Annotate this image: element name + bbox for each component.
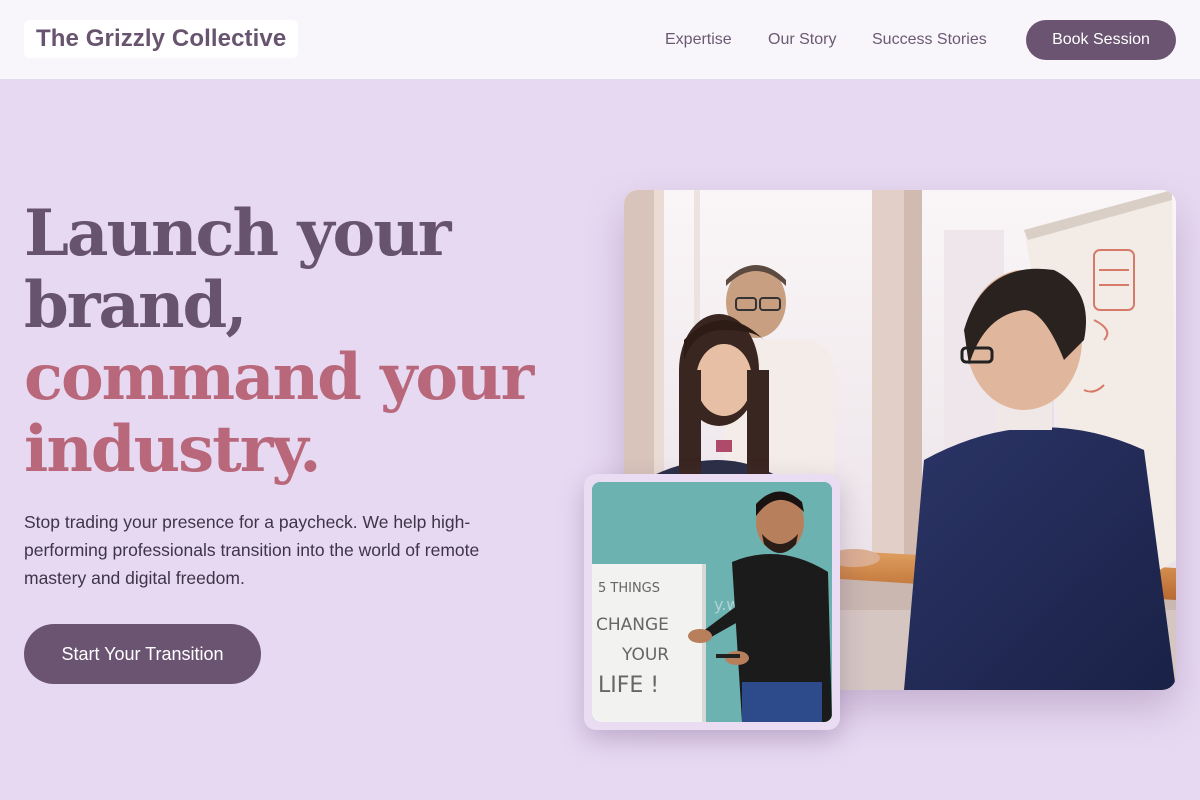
hero-headline: Launch your brand, command your industry… [24,198,584,486]
start-transition-button[interactable]: Start Your Transition [24,624,261,684]
headline-line-2: brand, [24,268,248,343]
board-text-line-2: CHANGE [596,615,669,635]
inset-photo-card: 5 THINGS CHANGE YOUR LIFE ! y.work [584,474,840,730]
brand-logo[interactable]: The Grizzly Collective [24,20,299,58]
headline-line-3: command your [24,340,534,415]
site-header: The Grizzly Collective Expertise Our Sto… [0,0,1200,80]
board-text-line-3: YOUR [621,645,669,665]
hero-subtext: Stop trading your presence for a paychec… [24,512,480,588]
nav-link-success-stories[interactable]: Success Stories [872,30,987,50]
nav-link-our-story[interactable]: Our Story [768,30,836,50]
book-session-button[interactable]: Book Session [1026,20,1176,60]
nav-link-expertise[interactable]: Expertise [665,30,732,50]
board-text-line-4: LIFE ! [598,673,659,698]
headline-line-4: industry. [24,412,322,487]
board-text-line-1: 5 THINGS [598,581,660,596]
presenter-whiteboard-photo: 5 THINGS CHANGE YOUR LIFE ! y.work [592,482,832,722]
headline-line-1: Launch your [24,196,451,271]
